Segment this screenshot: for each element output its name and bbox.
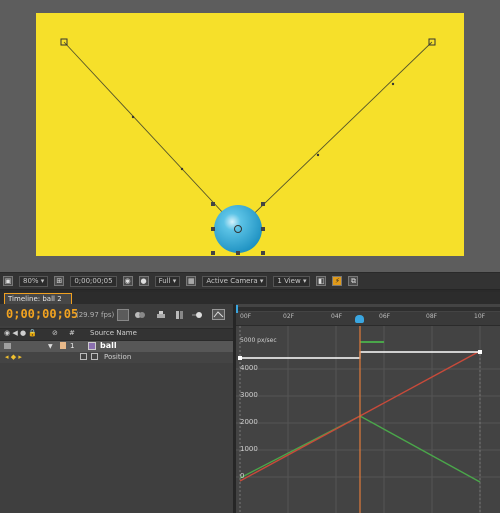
ball-layer[interactable] bbox=[214, 205, 262, 253]
keyframe-marker[interactable] bbox=[238, 356, 242, 360]
transparency-grid-icon[interactable]: ▦ bbox=[186, 276, 197, 286]
ruler-tick-label: 04F bbox=[331, 313, 343, 320]
show-channel-icon[interactable]: ● bbox=[138, 276, 149, 286]
timecode-field[interactable]: 0;00;00;05 bbox=[70, 275, 117, 287]
views-dropdown[interactable]: 1 View ▾ bbox=[273, 275, 311, 287]
timeline-toggle-icon[interactable]: ⧉ bbox=[348, 276, 359, 286]
path-dot bbox=[131, 115, 135, 119]
layer-handle[interactable] bbox=[236, 251, 240, 255]
layer-handle[interactable] bbox=[261, 202, 265, 206]
toggle-pixel-aspect-icon[interactable]: ◧ bbox=[316, 276, 327, 286]
label-column-icon: ⊘ bbox=[52, 329, 58, 337]
ruler-tick-label: 08F bbox=[426, 313, 438, 320]
live-update-icon[interactable] bbox=[134, 310, 146, 320]
frame-rate-label: (29.97 fps) bbox=[76, 311, 115, 319]
graph-y-label: 1000 bbox=[240, 445, 258, 453]
layer-handle[interactable] bbox=[211, 227, 215, 231]
resolution-value: Full bbox=[158, 277, 171, 285]
ruler-tick-label: 02F bbox=[283, 313, 295, 320]
resolution-dropdown[interactable]: Full ▾ bbox=[154, 275, 181, 287]
graph-y-label: 0 bbox=[240, 472, 245, 480]
property-name: Position bbox=[104, 353, 132, 361]
value-graph[interactable] bbox=[236, 326, 500, 513]
motion-blur-icon[interactable] bbox=[192, 310, 204, 320]
layer-handle[interactable] bbox=[211, 251, 215, 255]
camera-value: Active Camera bbox=[206, 277, 258, 285]
work-area-start[interactable] bbox=[236, 305, 238, 313]
viewer-options-icon[interactable]: ▣ bbox=[3, 276, 13, 286]
timeline-tab-bar bbox=[0, 292, 500, 304]
graph-y-label: 2000 bbox=[240, 418, 258, 426]
keyframe-navigator-icon[interactable]: ◂ ◆ ▸ bbox=[5, 353, 22, 361]
comp-mini-flowchart-icon[interactable] bbox=[117, 309, 129, 321]
column-source-name[interactable]: Source Name bbox=[90, 329, 137, 337]
graph-y-label: 3000 bbox=[240, 391, 258, 399]
layer-video-icon bbox=[88, 342, 96, 350]
column-number: # bbox=[69, 329, 75, 337]
stopwatch-icon[interactable] bbox=[80, 353, 87, 360]
current-time-display[interactable]: 0;00;00;05 bbox=[6, 307, 78, 321]
graph-include-icon[interactable] bbox=[91, 353, 98, 360]
tab-timeline[interactable]: Timeline: ball 2 bbox=[4, 293, 72, 304]
layer-handle[interactable] bbox=[211, 202, 215, 206]
layer-label-color[interactable] bbox=[60, 342, 66, 349]
layer-handle[interactable] bbox=[261, 227, 265, 231]
motion-path-overlay bbox=[60, 38, 436, 255]
layer-handle[interactable] bbox=[261, 251, 265, 255]
zoom-dropdown[interactable]: 80% ▾ bbox=[19, 275, 49, 287]
eye-visibility-icon[interactable] bbox=[4, 343, 11, 349]
fast-previews-icon[interactable]: ⚡ bbox=[332, 276, 343, 286]
viewer-toolbar: ▣ 80% ▾ ⊞ 0;00;00;05 ◉ ● Full ▾ ▦ Active… bbox=[0, 272, 500, 290]
camera-snapshot-icon[interactable]: ◉ bbox=[122, 276, 133, 286]
hide-shy-layers-icon[interactable] bbox=[174, 310, 186, 320]
av-features-icon: ◉ ◀ ● 🔒 bbox=[4, 329, 37, 337]
ruler-tick-label: 06F bbox=[379, 313, 391, 320]
keyframe-marker[interactable] bbox=[478, 350, 482, 354]
views-value: 1 View bbox=[277, 277, 301, 285]
layer-index: 1 bbox=[70, 342, 75, 350]
time-ruler[interactable]: 00F 02F 04F 06F 08F 10F bbox=[236, 312, 500, 326]
region-of-interest-icon[interactable]: ⊞ bbox=[54, 276, 65, 286]
playhead-handle[interactable] bbox=[355, 315, 364, 323]
graph-y-label: 4000 bbox=[240, 364, 258, 372]
motion-path bbox=[63, 41, 433, 230]
work-area-bar[interactable] bbox=[236, 307, 500, 311]
path-dot bbox=[316, 153, 320, 157]
path-dot bbox=[391, 82, 395, 86]
draft-3d-icon[interactable] bbox=[155, 310, 167, 320]
path-dot bbox=[180, 167, 184, 171]
expand-triangle-icon[interactable]: ▼ bbox=[48, 343, 53, 350]
composition-canvas[interactable] bbox=[36, 13, 464, 256]
ruler-tick-label: 00F bbox=[240, 313, 252, 320]
camera-dropdown[interactable]: Active Camera ▾ bbox=[202, 275, 268, 287]
layer-name[interactable]: ball bbox=[100, 341, 117, 350]
graph-axis-title: 5000 px/sec bbox=[240, 337, 277, 344]
graph-editor-icon[interactable] bbox=[212, 309, 225, 320]
ruler-tick-label: 10F bbox=[474, 313, 486, 320]
zoom-value: 80% bbox=[23, 277, 39, 285]
